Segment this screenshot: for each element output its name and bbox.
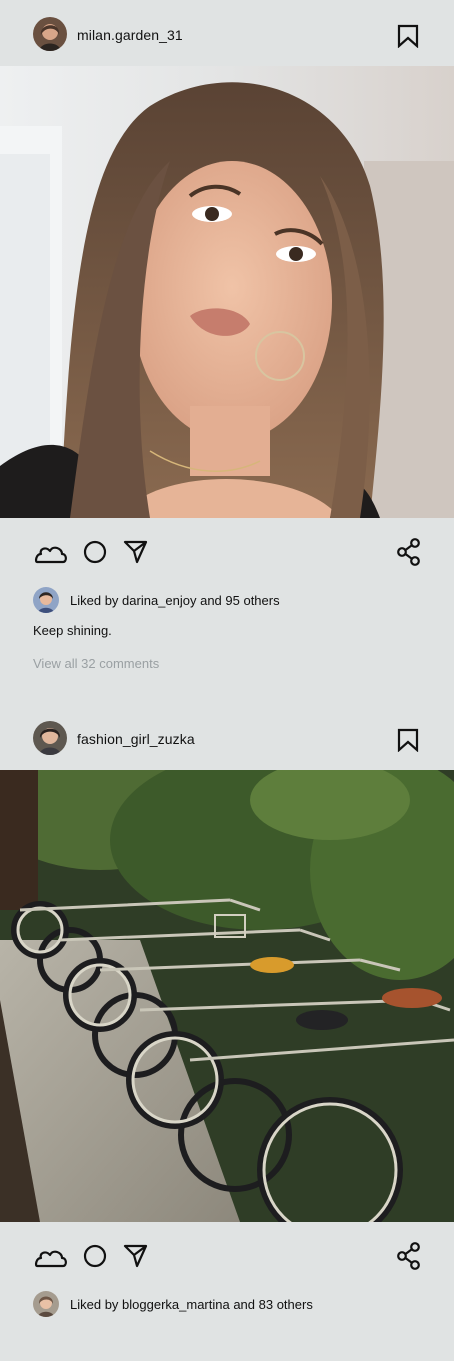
- bookmark-icon[interactable]: [397, 728, 419, 752]
- liked-by-text[interactable]: Liked by darina_enjoy and 95 others: [70, 593, 280, 608]
- user-avatar-icon: [33, 587, 59, 613]
- selfie-photo: [0, 66, 454, 518]
- circle-icon[interactable]: [82, 532, 108, 572]
- liked-by-row: Liked by bloggerka_martina and 83 others: [33, 1291, 433, 1317]
- cloud-icon[interactable]: [33, 1236, 69, 1276]
- circle-icon[interactable]: [82, 1236, 108, 1276]
- username[interactable]: milan.garden_31: [77, 27, 183, 43]
- user-avatar-icon: [33, 1291, 59, 1317]
- liked-by-row: Liked by darina_enjoy and 95 others: [33, 587, 433, 613]
- feed: milan.garden_31 Liked by darina_enjoy an…: [0, 0, 454, 1361]
- avatar[interactable]: [33, 721, 67, 755]
- user-avatar-icon: [33, 17, 67, 51]
- post-actions: [0, 532, 454, 572]
- post-actions: [0, 1236, 454, 1276]
- bicycles-photo: [0, 770, 454, 1222]
- send-icon[interactable]: [122, 532, 150, 572]
- cloud-icon[interactable]: [33, 532, 69, 572]
- share-icon[interactable]: [395, 532, 423, 572]
- post-photo[interactable]: [0, 770, 454, 1222]
- avatar[interactable]: [33, 17, 67, 51]
- bookmark-icon[interactable]: [397, 24, 419, 48]
- view-comments-link[interactable]: View all 32 comments: [33, 656, 159, 671]
- username[interactable]: fashion_girl_zuzka: [77, 731, 195, 747]
- post-header: fashion_girl_zuzka: [0, 704, 454, 770]
- send-icon[interactable]: [122, 1236, 150, 1276]
- post-header: milan.garden_31: [0, 0, 454, 66]
- liked-by-text[interactable]: Liked by bloggerka_martina and 83 others: [70, 1297, 313, 1312]
- avatar[interactable]: [33, 587, 59, 613]
- avatar[interactable]: [33, 1291, 59, 1317]
- user-avatar-icon: [33, 721, 67, 755]
- caption: Keep shining.: [33, 623, 112, 638]
- post-photo[interactable]: [0, 66, 454, 518]
- share-icon[interactable]: [395, 1236, 423, 1276]
